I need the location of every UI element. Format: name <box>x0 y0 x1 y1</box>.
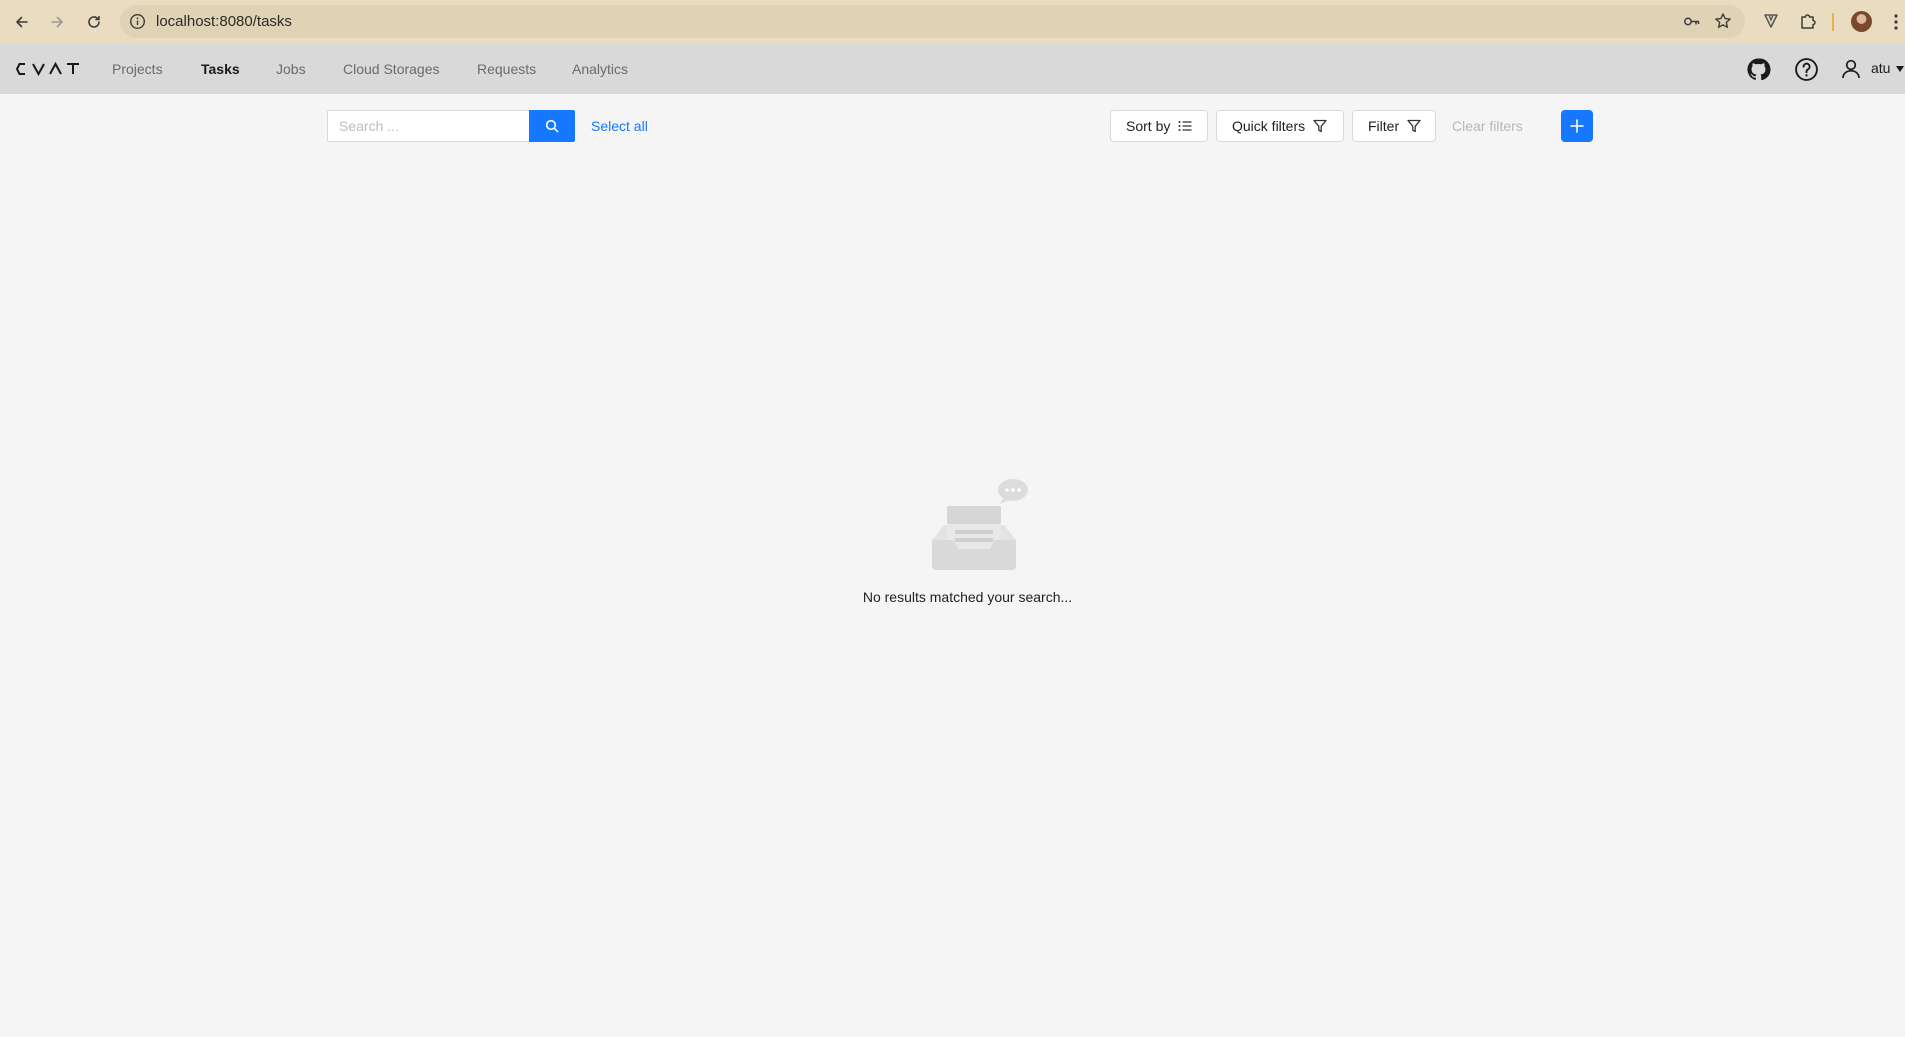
profile-avatar[interactable] <box>1851 11 1872 32</box>
clear-filters-button[interactable]: Clear filters <box>1452 118 1523 134</box>
puzzle-icon[interactable] <box>1799 12 1817 30</box>
browser-toolbar: localhost:8080/tasks <box>0 0 1905 44</box>
nav-jobs[interactable]: Jobs <box>276 60 306 78</box>
forward-icon[interactable] <box>43 8 71 36</box>
nav-projects[interactable]: Projects <box>112 60 163 78</box>
toolbar-divider <box>1832 13 1834 31</box>
search-icon <box>545 119 559 133</box>
filter-label: Filter <box>1368 118 1400 134</box>
plus-icon <box>1570 119 1584 133</box>
create-task-button[interactable] <box>1561 110 1593 142</box>
select-all-link[interactable]: Select all <box>591 118 648 134</box>
nav-analytics[interactable]: Analytics <box>572 60 628 78</box>
sort-icon <box>1178 121 1192 131</box>
help-icon[interactable] <box>1794 57 1819 82</box>
filter-button[interactable]: Filter <box>1352 110 1436 142</box>
user-name[interactable]: atu <box>1871 60 1890 76</box>
sort-by-button[interactable]: Sort by <box>1110 110 1208 142</box>
nav-requests[interactable]: Requests <box>477 60 536 78</box>
search-input[interactable] <box>327 110 530 142</box>
extension-icon[interactable] <box>1762 12 1780 30</box>
more-menu-icon[interactable] <box>1893 12 1899 32</box>
star-icon[interactable] <box>1714 12 1732 30</box>
url-text[interactable]: localhost:8080/tasks <box>156 13 292 30</box>
quick-filters-button[interactable]: Quick filters <box>1216 110 1344 142</box>
app-header: Projects Tasks Jobs Cloud Storages Reque… <box>0 44 1905 94</box>
key-icon[interactable] <box>1683 13 1701 30</box>
reload-icon[interactable] <box>80 8 108 36</box>
empty-state-message: No results matched your search... <box>862 589 1073 605</box>
chevron-down-icon[interactable] <box>1896 66 1904 72</box>
quick-filters-label: Quick filters <box>1232 118 1306 134</box>
empty-inbox-icon <box>932 479 1028 570</box>
sort-by-label: Sort by <box>1126 118 1171 134</box>
user-icon[interactable] <box>1840 58 1862 80</box>
github-icon[interactable] <box>1746 57 1771 82</box>
nav-tasks[interactable]: Tasks <box>201 60 240 78</box>
filter-icon <box>1407 119 1421 133</box>
filter-icon <box>1313 119 1327 133</box>
search-button[interactable] <box>529 110 575 142</box>
nav-cloud-storages[interactable]: Cloud Storages <box>343 60 440 78</box>
address-bar[interactable]: localhost:8080/tasks <box>120 5 1745 38</box>
info-icon[interactable] <box>129 13 146 30</box>
cvat-logo[interactable] <box>15 61 81 77</box>
back-icon[interactable] <box>8 8 36 36</box>
